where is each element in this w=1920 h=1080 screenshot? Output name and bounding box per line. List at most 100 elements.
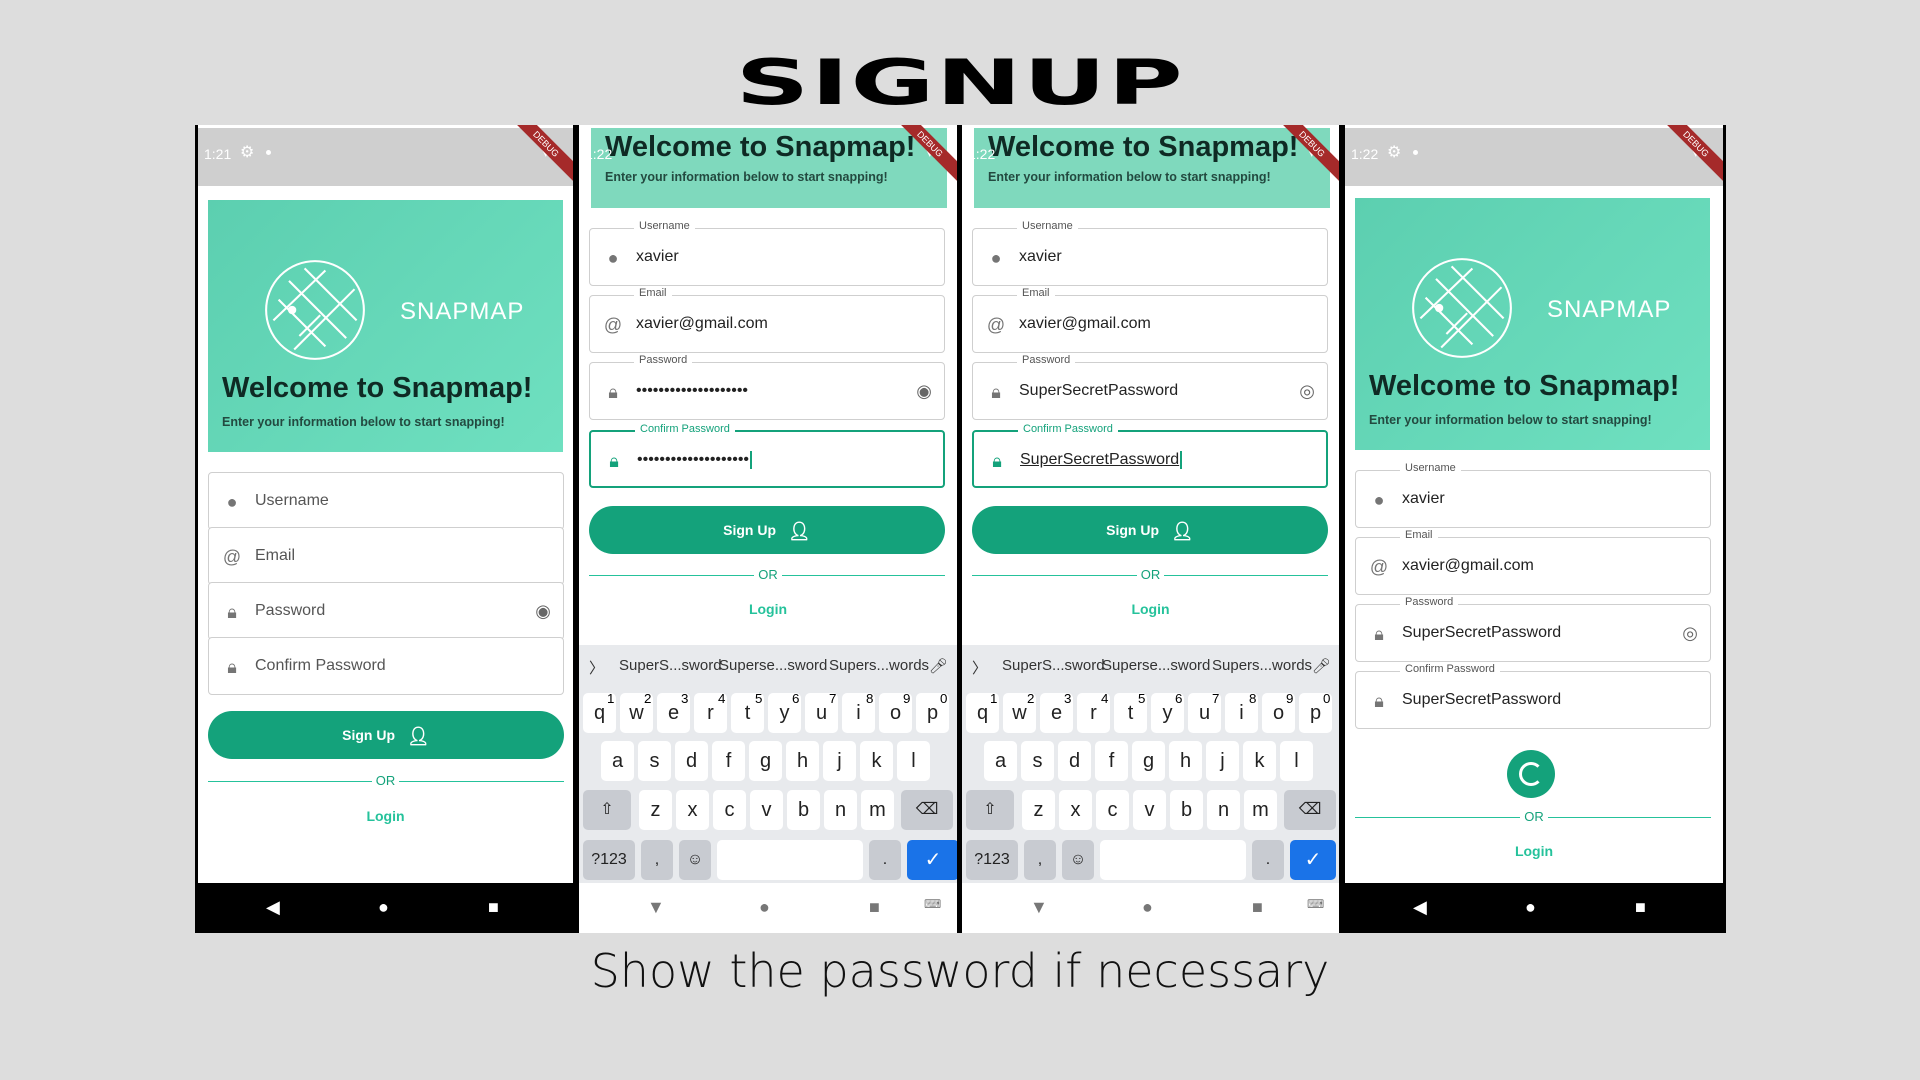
key-j[interactable]: j xyxy=(1206,741,1239,781)
symbols-key[interactable]: ?123 xyxy=(583,840,635,880)
login-link[interactable]: Login xyxy=(962,601,1339,617)
key-c[interactable]: c xyxy=(713,790,746,830)
password-field[interactable]: 🔒︎ Password ◉ xyxy=(208,582,564,640)
key-a[interactable]: a xyxy=(601,741,634,781)
comma-key[interactable]: , xyxy=(641,840,673,880)
key-n[interactable]: n xyxy=(824,790,857,830)
home-icon[interactable]: ● xyxy=(1142,897,1153,918)
home-icon[interactable]: ● xyxy=(759,897,770,918)
key-d[interactable]: d xyxy=(675,741,708,781)
key-f[interactable]: f xyxy=(712,741,745,781)
shift-icon[interactable]: ⇧ xyxy=(966,790,1014,830)
emoji-icon[interactable]: ☺ xyxy=(1062,840,1094,880)
symbols-key[interactable]: ?123 xyxy=(966,840,1018,880)
confirm-password-field[interactable]: 🔒︎ Confirm Password xyxy=(208,637,564,695)
key-s[interactable]: s xyxy=(638,741,671,781)
key-x[interactable]: x xyxy=(676,790,709,830)
key-s[interactable]: s xyxy=(1021,741,1054,781)
password-field[interactable]: Password 🔒︎ SuperSecretPassword ◎ xyxy=(1355,596,1711,662)
password-field[interactable]: Password 🔒︎ SuperSecretPassword ◎ xyxy=(972,354,1328,420)
key-k[interactable]: k xyxy=(860,741,893,781)
key-z[interactable]: z xyxy=(639,790,672,830)
key-v[interactable]: v xyxy=(750,790,783,830)
key-a[interactable]: a xyxy=(984,741,1017,781)
key-f[interactable]: f xyxy=(1095,741,1128,781)
done-check-icon[interactable]: ✓ xyxy=(907,840,957,880)
key-l[interactable]: l xyxy=(1280,741,1313,781)
backspace-icon[interactable]: ⌫ xyxy=(901,790,953,830)
sign-up-button[interactable]: Sign Up 👤︎ xyxy=(208,711,564,759)
password-field[interactable]: Password 🔒︎ •••••••••••••••••••• ◉ xyxy=(589,354,945,420)
back-icon[interactable]: ▼ xyxy=(1030,897,1048,918)
key-z[interactable]: z xyxy=(1022,790,1055,830)
shift-icon[interactable]: ⇧ xyxy=(583,790,631,830)
expand-icon[interactable]: 〉 xyxy=(972,657,987,678)
period-key[interactable]: . xyxy=(1252,840,1284,880)
suggestion-1[interactable]: SuperS...sword xyxy=(1002,657,1105,674)
username-field[interactable]: Username ● xavier xyxy=(589,220,945,286)
confirm-password-field[interactable]: Confirm Password 🔒︎ SuperSecretPassword xyxy=(972,423,1328,488)
back-icon[interactable]: ◀ xyxy=(266,897,280,918)
key-v[interactable]: v xyxy=(1133,790,1166,830)
key-h[interactable]: h xyxy=(1169,741,1202,781)
backspace-icon[interactable]: ⌫ xyxy=(1284,790,1336,830)
sign-up-button[interactable]: Sign Up 👤︎ xyxy=(972,506,1328,554)
emoji-icon[interactable]: ☺ xyxy=(679,840,711,880)
expand-icon[interactable]: 〉 xyxy=(589,657,604,678)
login-link[interactable]: Login xyxy=(579,601,957,617)
keyboard-switch-icon[interactable]: ⌨ xyxy=(1307,897,1324,911)
key-l[interactable]: l xyxy=(897,741,930,781)
recents-icon[interactable]: ■ xyxy=(1635,897,1646,918)
key-g[interactable]: g xyxy=(1132,741,1165,781)
email-field[interactable]: Email @ xavier@gmail.com xyxy=(589,287,945,353)
keyboard-switch-icon[interactable]: ⌨ xyxy=(924,897,941,911)
key-n[interactable]: n xyxy=(1207,790,1240,830)
email-field[interactable]: Email @ xavier@gmail.com xyxy=(1355,529,1711,595)
username-field[interactable]: Username ● xavier xyxy=(1355,462,1711,528)
suggestion-3[interactable]: Supers...words xyxy=(829,657,929,674)
login-link[interactable]: Login xyxy=(1345,843,1723,859)
space-key[interactable] xyxy=(717,840,863,880)
key-c[interactable]: c xyxy=(1096,790,1129,830)
key-d[interactable]: d xyxy=(1058,741,1091,781)
key-h[interactable]: h xyxy=(786,741,819,781)
eye-icon[interactable]: ◉ xyxy=(916,381,932,402)
confirm-password-field[interactable]: Confirm Password 🔒︎ SuperSecretPassword xyxy=(1355,663,1711,729)
suggestion-2[interactable]: Superse...sword xyxy=(1102,657,1210,674)
key-b[interactable]: b xyxy=(1170,790,1203,830)
back-icon[interactable]: ▼ xyxy=(647,897,665,918)
space-key[interactable] xyxy=(1100,840,1246,880)
microphone-icon[interactable]: 🎤︎ xyxy=(929,657,948,675)
key-g[interactable]: g xyxy=(749,741,782,781)
key-x[interactable]: x xyxy=(1059,790,1092,830)
eye-icon[interactable]: ◉ xyxy=(535,601,551,622)
key-m[interactable]: m xyxy=(1244,790,1277,830)
username-field[interactable]: ● Username xyxy=(208,472,564,530)
key-k[interactable]: k xyxy=(1243,741,1276,781)
confirm-password-field[interactable]: Confirm Password 🔒︎ •••••••••••••••••••• xyxy=(589,423,945,488)
brand-name: SNAPMAP xyxy=(1547,296,1672,323)
key-m[interactable]: m xyxy=(861,790,894,830)
email-field[interactable]: @ Email xyxy=(208,527,564,585)
microphone-icon[interactable]: 🎤︎ xyxy=(1312,657,1331,675)
recents-icon[interactable]: ■ xyxy=(1252,897,1263,918)
home-icon[interactable]: ● xyxy=(378,897,389,918)
login-link[interactable]: Login xyxy=(198,808,573,824)
period-key[interactable]: . xyxy=(869,840,901,880)
username-field[interactable]: Username ● xavier xyxy=(972,220,1328,286)
eye-icon[interactable]: ◎ xyxy=(1682,623,1698,644)
back-icon[interactable]: ◀ xyxy=(1413,897,1427,918)
key-b[interactable]: b xyxy=(787,790,820,830)
eye-icon[interactable]: ◎ xyxy=(1299,381,1315,402)
recents-icon[interactable]: ■ xyxy=(869,897,880,918)
comma-key[interactable]: , xyxy=(1024,840,1056,880)
suggestion-3[interactable]: Supers...words xyxy=(1212,657,1312,674)
email-field[interactable]: Email @ xavier@gmail.com xyxy=(972,287,1328,353)
done-check-icon[interactable]: ✓ xyxy=(1290,840,1336,880)
suggestion-2[interactable]: Superse...sword xyxy=(719,657,827,674)
suggestion-1[interactable]: SuperS...sword xyxy=(619,657,722,674)
key-j[interactable]: j xyxy=(823,741,856,781)
sign-up-button[interactable]: Sign Up 👤︎ xyxy=(589,506,945,554)
recents-icon[interactable]: ■ xyxy=(488,897,499,918)
home-icon[interactable]: ● xyxy=(1525,897,1536,918)
